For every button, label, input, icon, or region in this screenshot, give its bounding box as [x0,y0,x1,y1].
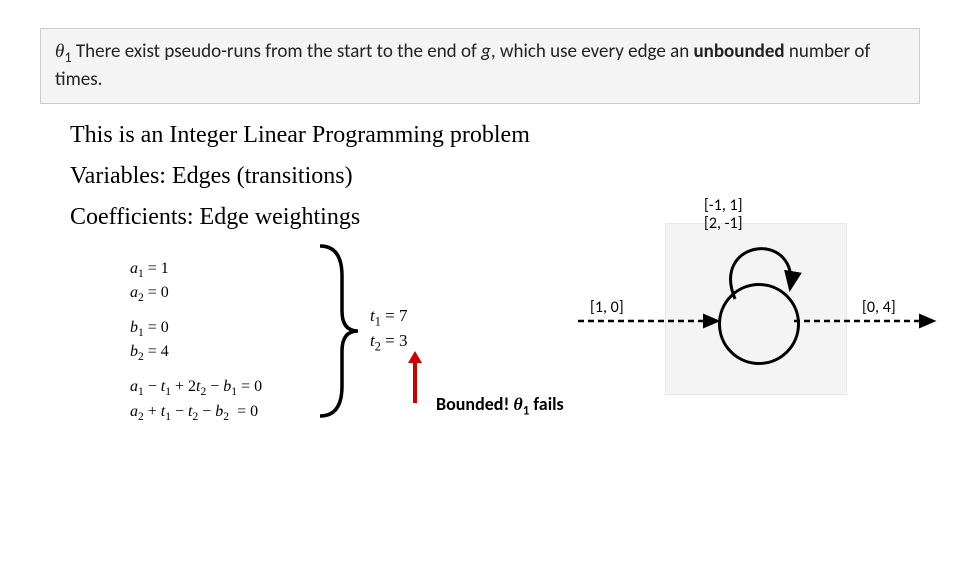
eq1-bsub: 1 [231,386,237,398]
t1-sub: 1 [375,314,381,328]
variables-line: Variables: Edges (transitions) [70,163,960,190]
incoming-edge [578,291,748,351]
eq2-rhs: = 0 [237,403,258,420]
theta-text-2: , which use every edge an [491,40,689,63]
eq2-t1sub: 1 [165,411,171,423]
bounded-fail-text: Bounded! θ1 fails [436,393,564,419]
a2-var: a [130,284,138,301]
eq1-asub: 1 [138,386,144,398]
eq1-t1sub: 1 [165,386,171,398]
eq2-asub: 2 [138,411,144,423]
a1-var: a [130,260,138,277]
red-up-arrow-icon [408,351,422,403]
fail-theta: θ [513,394,522,414]
a2-rhs: = 0 [148,284,169,301]
theta-bold: unbounded [693,40,784,63]
eq1-t2sub: 2 [201,386,207,398]
ilp-line: This is an Integer Linear Programming pr… [70,122,960,149]
b2-sub: 2 [138,352,144,364]
theta-symbol: θ [55,41,64,62]
eq1-a: a [130,378,138,395]
t2-sub: 2 [375,339,381,353]
theta-subscript: 1 [64,48,71,66]
b2-rhs: = 4 [148,343,169,360]
t1-rhs: = 7 [385,306,407,325]
a1-rhs: = 1 [148,260,169,277]
loop-label-1: [-1, 1] [704,197,743,215]
lower-region: a1 = 1 a2 = 0 b1 = 0 b2 = 4 a1 − t1 + 2t… [0,241,960,521]
theta-g: g [481,40,491,63]
b2-var: b [130,343,138,360]
eq2-t2sub: 2 [193,411,199,423]
eq2-bsub: 2 [223,411,229,423]
b1-rhs: = 0 [148,319,169,336]
theta-statement-box: θ1 There exist pseudo-runs from the star… [40,28,920,104]
t2-rhs: = 3 [385,331,407,350]
b1-sub: 1 [138,327,144,339]
math-equations: a1 = 1 a2 = 0 b1 = 0 b2 = 4 a1 − t1 + 2t… [130,259,262,426]
t-values: t1 = 7 t2 = 3 [370,306,407,357]
fail-prefix: Bounded! [436,393,513,415]
curly-brace-icon [310,241,360,421]
outgoing-edge [774,291,944,351]
fail-suffix: fails [529,393,563,415]
a2-sub: 2 [138,292,144,304]
b1-var: b [130,319,138,336]
theta-text-1: There exist pseudo-runs from the start t… [76,40,477,63]
eq2-a: a [130,403,138,420]
a1-sub: 1 [138,268,144,280]
eq1-rhs: = 0 [241,378,262,395]
